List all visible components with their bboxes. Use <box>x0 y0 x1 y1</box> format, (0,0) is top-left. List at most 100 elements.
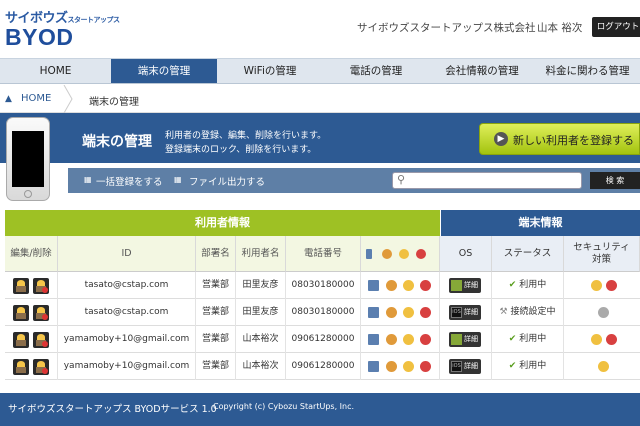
device-icon[interactable] <box>368 361 379 372</box>
toolbar: ▦ 一括登録をする ▦ ファイル出力する ⚲ 検 索 <box>68 168 640 193</box>
col-edit-delete: 編集/削除 <box>5 236 58 272</box>
os-detail-button[interactable]: 詳細 <box>449 332 481 347</box>
locate-icon[interactable] <box>403 307 414 318</box>
bulk-register-link[interactable]: 一括登録をする <box>96 174 163 188</box>
os-detail-button[interactable]: 詳細 <box>449 278 481 293</box>
company-name: サイボウズスタートアップス株式会社 <box>357 22 536 34</box>
locate-icon[interactable] <box>403 361 414 372</box>
col-user: 利用者名 <box>236 236 286 272</box>
cell-id: yamamoby+10@gmail.com <box>58 326 196 353</box>
device-icon[interactable] <box>368 307 379 318</box>
device-icon[interactable] <box>368 280 379 291</box>
delete-user-button[interactable] <box>33 278 49 294</box>
col-status: ステータス <box>492 236 564 272</box>
wipe-icon[interactable] <box>420 307 431 318</box>
byod-logo[interactable]: サイボウズスタートアップス BYOD <box>5 7 120 50</box>
status-text: 利用中 <box>519 334 547 344</box>
search-input[interactable]: ⚲ <box>392 172 582 189</box>
wipe-icon[interactable] <box>420 280 431 291</box>
cell-dept: 営業部 <box>196 326 236 353</box>
footer-copyright: Copyright (c) Cybozu StartUps, Inc. <box>213 402 355 411</box>
footer-service-name: サイボウズスタートアップス BYODサービス 1.0 <box>8 404 217 415</box>
ios-icon: iOS <box>451 307 462 318</box>
cell-user: 山本裕次 <box>236 326 286 353</box>
nav-phone-management[interactable]: 電話の管理 <box>323 59 429 83</box>
os-detail-button[interactable]: iOS 詳細 <box>449 359 481 374</box>
lock-icon[interactable] <box>386 307 397 318</box>
arrow-right-icon: ▶ <box>494 132 508 146</box>
security-ok-icon <box>591 280 602 291</box>
security-unknown-icon <box>598 307 609 318</box>
cell-dept: 営業部 <box>196 272 236 299</box>
table-row: tasato@cstap.com 営業部 田里友彦 08030180000 iO… <box>5 299 640 326</box>
function-icons <box>366 248 426 259</box>
cell-phone: 08030180000 <box>286 299 361 326</box>
security-alert-icon <box>606 280 617 291</box>
delete-user-button[interactable] <box>33 359 49 375</box>
nav-company-management[interactable]: 会社情報の管理 <box>429 59 535 83</box>
cell-id: tasato@cstap.com <box>58 272 196 299</box>
table-row: tasato@cstap.com 営業部 田里友彦 08030180000 詳細… <box>5 272 640 299</box>
cell-phone: 09061280000 <box>286 326 361 353</box>
delete-user-button[interactable] <box>33 332 49 348</box>
search-button[interactable]: 検 索 <box>590 172 640 189</box>
file-export-link[interactable]: ファイル出力する <box>189 174 265 188</box>
edit-user-button[interactable] <box>13 359 29 375</box>
logo-brand: サイボウズ <box>5 10 68 25</box>
nav-billing-management[interactable]: 料金に関わる管理 <box>535 59 640 83</box>
home-icon: ▲ <box>5 94 12 104</box>
col-security: セキュリティ 対策 <box>564 236 640 272</box>
page-description-2: 登録端末のロック、削除を行います。 <box>165 145 317 155</box>
lock-icon[interactable] <box>386 361 397 372</box>
smartphone-icon <box>6 117 50 201</box>
bulk-import-icon: ▦ <box>84 175 92 184</box>
logo-brand-small: スタートアップス <box>67 17 121 24</box>
cell-id: yamamoby+10@gmail.com <box>58 353 196 380</box>
user-info-header: 利用者情報 <box>5 210 440 236</box>
wipe-icon[interactable] <box>420 361 431 372</box>
search-icon: ⚲ <box>397 173 406 186</box>
check-icon: ✔ <box>508 361 517 371</box>
device-icon[interactable] <box>368 334 379 345</box>
status-text: 利用中 <box>519 361 547 371</box>
locate-icon[interactable] <box>403 334 414 345</box>
ios-icon: iOS <box>451 361 462 372</box>
edit-user-button[interactable] <box>13 332 29 348</box>
cell-dept: 営業部 <box>196 299 236 326</box>
nav-wifi-management[interactable]: WiFiの管理 <box>217 59 323 83</box>
nav-device-management[interactable]: 端末の管理 <box>111 59 217 83</box>
edit-user-button[interactable] <box>13 305 29 321</box>
col-os: OS <box>440 236 492 272</box>
register-user-button[interactable]: ▶ 新しい利用者を登録する <box>479 123 640 155</box>
security-ok-icon <box>598 361 609 372</box>
lock-icon[interactable] <box>386 334 397 345</box>
cell-id: tasato@cstap.com <box>58 299 196 326</box>
breadcrumb-home[interactable]: HOME <box>21 93 51 104</box>
breadcrumb-separator-icon <box>63 85 73 113</box>
logout-button[interactable]: ログアウト <box>592 17 640 37</box>
lock-icon[interactable] <box>386 280 397 291</box>
android-icon <box>451 280 462 291</box>
security-alert-icon <box>606 334 617 345</box>
col-dept: 部署名 <box>196 236 236 272</box>
cell-user: 田里友彦 <box>236 272 286 299</box>
status-text: 利用中 <box>519 280 547 290</box>
breadcrumb: ▲ HOME 端末の管理 <box>0 85 640 113</box>
wipe-icon[interactable] <box>420 334 431 345</box>
delete-user-button[interactable] <box>33 305 49 321</box>
footer: サイボウズスタートアップス BYODサービス 1.0 Copyright (c)… <box>0 393 640 426</box>
wrench-icon: ⚒ <box>499 307 508 317</box>
locate-icon[interactable] <box>403 280 414 291</box>
main-nav: HOME 端末の管理 WiFiの管理 電話の管理 会社情報の管理 料金に関わる管… <box>0 58 640 84</box>
android-icon <box>451 334 462 345</box>
check-icon: ✔ <box>508 334 517 344</box>
cell-dept: 営業部 <box>196 353 236 380</box>
cell-phone: 09061280000 <box>286 353 361 380</box>
nav-home[interactable]: HOME <box>0 59 111 83</box>
breadcrumb-current: 端末の管理 <box>89 97 139 108</box>
logo-main: BYOD <box>5 24 74 50</box>
col-function-icons <box>361 236 440 272</box>
edit-user-button[interactable] <box>13 278 29 294</box>
cell-user: 田里友彦 <box>236 299 286 326</box>
os-detail-button[interactable]: iOS 詳細 <box>449 305 481 320</box>
